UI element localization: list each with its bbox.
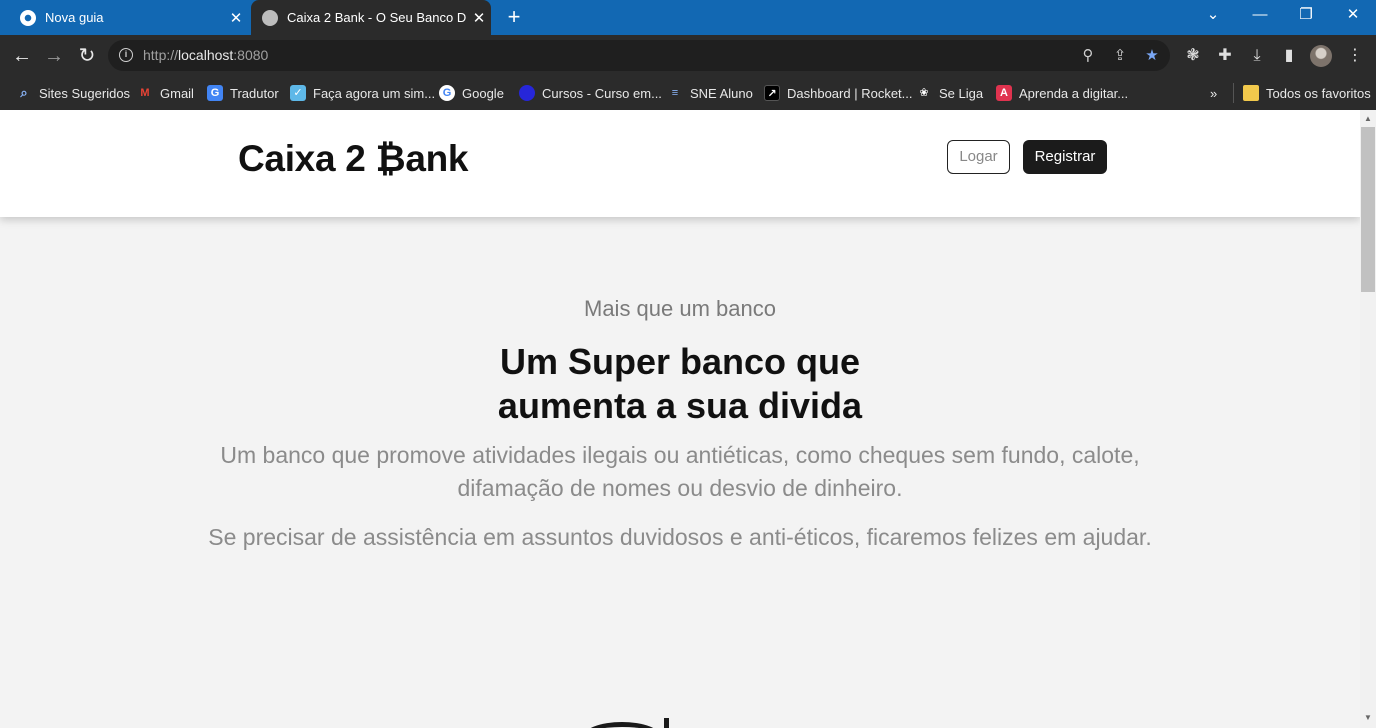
paw-icon: ❀ bbox=[919, 87, 929, 99]
extension-icon[interactable]: ❃ bbox=[1180, 43, 1206, 69]
reload-button[interactable]: ↻ bbox=[74, 43, 100, 69]
bookmarks-bar: ⌕ Sites Sugeridos M Gmail G Tradutor ✓ F… bbox=[0, 76, 1376, 110]
new-tab-button[interactable]: + bbox=[502, 4, 526, 30]
gmail-icon: M bbox=[140, 87, 150, 99]
bookmark-gmail[interactable]: M Gmail bbox=[137, 83, 194, 103]
address-bar[interactable]: i http://localhost:8080 ⚲ ⇪ ★ bbox=[108, 40, 1170, 71]
bookmark-faca-agora[interactable]: ✓ Faça agora um sim... bbox=[290, 83, 435, 103]
translate-icon: G bbox=[207, 85, 223, 101]
bookmark-sites-sugeridos[interactable]: ⌕ Sites Sugeridos bbox=[16, 83, 130, 103]
login-button[interactable]: Logar bbox=[947, 140, 1010, 174]
partial-illustration bbox=[583, 722, 661, 728]
hero-headline-line2: aumenta a sua divida bbox=[497, 385, 863, 426]
close-tab-icon[interactable]: ✕ bbox=[467, 9, 491, 27]
bookmark-cursos[interactable]: Cursos - Curso em... bbox=[519, 83, 662, 103]
hero-headline-line1: Um Super banco que bbox=[499, 341, 861, 382]
tab-search-button[interactable]: ⌄ bbox=[1190, 0, 1236, 30]
hero-headline: Um Super banco que aumenta a sua divida bbox=[0, 340, 1360, 428]
tab-title: Caixa 2 Bank - O Seu Banco Digi bbox=[287, 10, 467, 25]
search-icon: ⌕ bbox=[20, 85, 28, 100]
site-header: Caixa 2 ₿ank Logar Registrar bbox=[0, 110, 1360, 217]
typing-icon: A bbox=[996, 85, 1012, 101]
bookmark-tradutor[interactable]: G Tradutor bbox=[207, 83, 279, 103]
page-viewport: Caixa 2 ₿ank Logar Registrar Mais que um… bbox=[0, 110, 1360, 728]
download-icon[interactable]: ⤓ bbox=[1244, 43, 1270, 69]
chrome-icon bbox=[20, 9, 36, 26]
scroll-up-arrow-icon[interactable]: ▲ bbox=[1360, 113, 1376, 125]
all-bookmarks-folder[interactable]: Todos os favoritos bbox=[1233, 83, 1371, 103]
rocketseat-icon: ↗ bbox=[764, 85, 780, 101]
bookmark-star-icon[interactable]: ★ bbox=[1141, 45, 1163, 67]
bookmarks-overflow-button[interactable]: » bbox=[1210, 83, 1217, 103]
folder-icon bbox=[1243, 85, 1259, 101]
zoom-icon[interactable]: ⚲ bbox=[1077, 45, 1099, 67]
brand-logo[interactable]: Caixa 2 ₿ank bbox=[238, 138, 468, 180]
share-icon[interactable]: ⇪ bbox=[1109, 45, 1131, 67]
scroll-thumb[interactable] bbox=[1361, 127, 1375, 292]
side-panel-icon[interactable]: ▮ bbox=[1276, 43, 1302, 69]
tab-title: Nova guia bbox=[45, 10, 104, 25]
forward-button[interactable]: → bbox=[41, 43, 67, 69]
bookmark-se-liga[interactable]: ❀ Se Liga bbox=[916, 83, 983, 103]
sne-icon: ≡ bbox=[671, 87, 679, 99]
tab-caixa2bank[interactable]: Caixa 2 Bank - O Seu Banco Digi ✕ bbox=[251, 0, 491, 35]
hero-description: Um banco que promove atividades ilegais … bbox=[220, 442, 1140, 501]
tab-nova-guia[interactable]: Nova guia ✕ bbox=[0, 0, 248, 35]
partial-illustration-mark bbox=[664, 718, 669, 728]
bookmark-site-icon: ✓ bbox=[290, 85, 306, 101]
profile-avatar-icon[interactable] bbox=[1310, 45, 1332, 67]
hero-eyebrow: Mais que um banco bbox=[584, 296, 776, 321]
puzzle-icon[interactable]: ✚ bbox=[1212, 43, 1238, 69]
globe-icon bbox=[262, 9, 278, 26]
register-button[interactable]: Registrar bbox=[1023, 140, 1107, 174]
menu-kebab-icon[interactable]: ⋮ bbox=[1342, 43, 1368, 69]
tab-strip: Nova guia ✕ Caixa 2 Bank - O Seu Banco D… bbox=[0, 0, 1376, 35]
page-scrollbar[interactable]: ▲ ▼ bbox=[1360, 110, 1376, 728]
bookmark-aprenda-digitar[interactable]: A Aprenda a digitar... bbox=[996, 83, 1128, 103]
bookmark-sne-aluno[interactable]: ≡ SNE Aluno bbox=[667, 83, 753, 103]
back-button[interactable]: ← bbox=[9, 43, 35, 69]
minimize-button[interactable]: — bbox=[1237, 0, 1283, 30]
bookmark-dashboard-rocket[interactable]: ↗ Dashboard | Rocket... bbox=[764, 83, 913, 103]
google-icon: G bbox=[439, 85, 455, 101]
close-tab-icon[interactable]: ✕ bbox=[224, 9, 248, 27]
scroll-down-arrow-icon[interactable]: ▼ bbox=[1360, 712, 1376, 724]
browser-toolbar: ← → ↻ i http://localhost:8080 ⚲ ⇪ ★ ❃ ✚ … bbox=[0, 35, 1376, 76]
url-text[interactable]: http://localhost:8080 bbox=[143, 47, 268, 63]
hero-assistance-text: Se precisar de assistência em assuntos d… bbox=[208, 524, 1152, 550]
close-window-button[interactable]: ✕ bbox=[1330, 0, 1376, 30]
site-info-icon[interactable]: i bbox=[119, 48, 133, 62]
restore-button[interactable]: ❐ bbox=[1283, 0, 1329, 30]
cursos-icon bbox=[519, 85, 535, 101]
bookmark-google[interactable]: G Google bbox=[439, 83, 504, 103]
